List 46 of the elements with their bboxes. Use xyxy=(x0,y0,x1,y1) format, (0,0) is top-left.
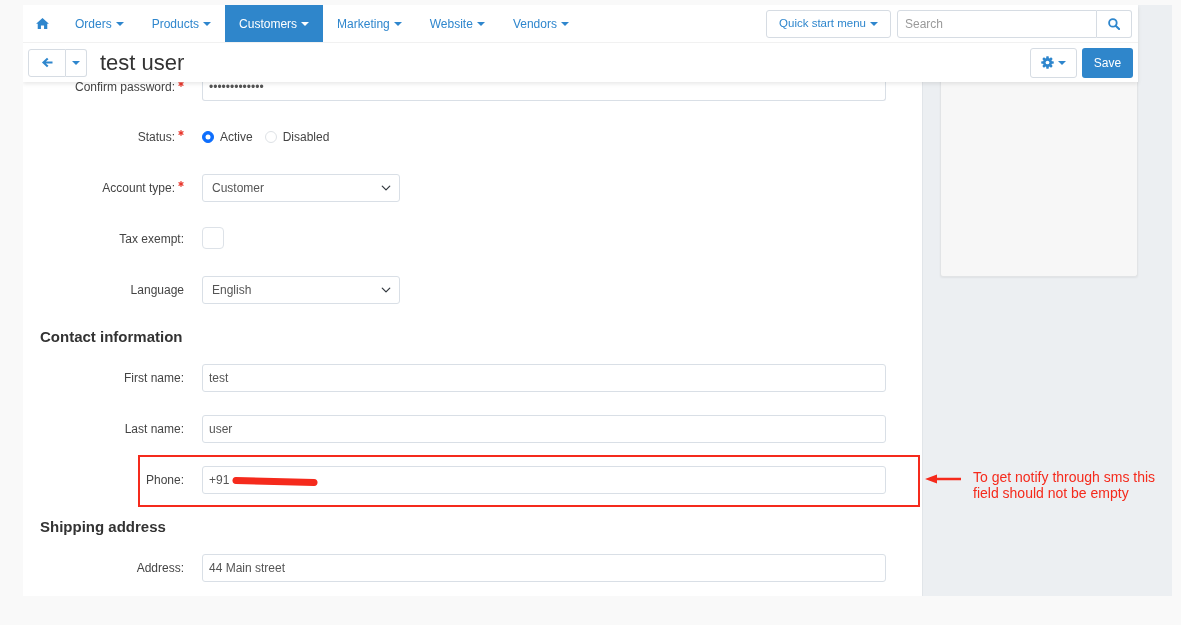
page-title: test user xyxy=(100,48,185,77)
field-label: Language xyxy=(130,284,184,296)
home-icon xyxy=(35,18,49,29)
caret-icon xyxy=(393,21,402,26)
back-button[interactable] xyxy=(28,48,66,77)
search-button[interactable] xyxy=(1097,9,1132,38)
left-arrow-icon xyxy=(41,57,53,68)
field-label: Account type: xyxy=(102,182,175,194)
caret-icon xyxy=(1058,60,1066,65)
text-field[interactable]: +91 xyxy=(202,466,886,494)
field-label: Phone: xyxy=(145,474,184,486)
checkbox[interactable] xyxy=(202,227,224,249)
nav-menu-link[interactable]: Customers xyxy=(225,5,324,42)
caret-icon xyxy=(560,21,569,26)
save-button[interactable]: Save xyxy=(1082,47,1133,78)
search-icon xyxy=(1108,17,1120,30)
gear-icon xyxy=(1041,56,1054,69)
dropdown-select[interactable]: English xyxy=(202,276,400,304)
field-label: Tax exempt: xyxy=(119,233,184,245)
section-heading: Shipping address xyxy=(40,517,167,537)
radio-label[interactable]: Active xyxy=(220,130,253,144)
arrow-icon xyxy=(925,474,961,484)
settings-button[interactable] xyxy=(1030,47,1077,78)
field-label: First name: xyxy=(124,372,184,384)
text-field[interactable]: 44 Main street xyxy=(202,554,886,582)
caret-icon xyxy=(72,60,80,65)
field-label: Confirm password: xyxy=(74,81,175,93)
section-heading: Contact information xyxy=(40,327,184,347)
dropdown-select[interactable]: Customer xyxy=(202,174,400,202)
text-field[interactable]: user xyxy=(202,415,886,443)
quick-start-menu-button[interactable]: Quick start menu xyxy=(766,9,891,38)
radio-button[interactable] xyxy=(202,131,214,143)
caret-icon xyxy=(115,21,124,26)
field-label: Status: xyxy=(137,131,175,143)
text-field[interactable]: test xyxy=(202,364,886,392)
annotation-note: To get notify through sms this field should not be empty xyxy=(973,469,1157,501)
caret-icon xyxy=(301,21,310,26)
text-field[interactable]: ••••••••••••• xyxy=(202,82,886,101)
caret-icon xyxy=(203,21,212,26)
caret-icon xyxy=(870,21,878,26)
dropdown-button[interactable] xyxy=(66,48,87,77)
field-label: Address: xyxy=(136,562,184,574)
caret-icon xyxy=(476,21,485,26)
radio-label[interactable]: Disabled xyxy=(282,130,330,144)
field-label: Last name: xyxy=(124,423,184,435)
search-field[interactable]: Search xyxy=(897,9,1097,38)
